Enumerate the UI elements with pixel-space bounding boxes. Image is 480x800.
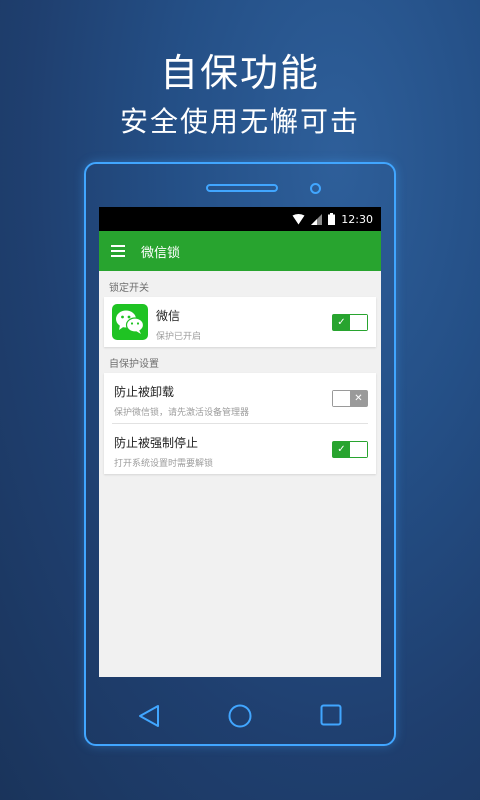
phone-screen: 12:30 微信锁 锁定开关 微信 保护已开启 ✓ 自保护设置 防止被卸载 保护… — [99, 207, 381, 677]
speaker-icon — [206, 184, 278, 192]
lock-switch-card: 微信 保护已开启 ✓ — [104, 297, 376, 347]
self-protect-card: 防止被卸载 保护微信锁，请先激活设备管理器 ✕ 防止被强制停止 打开系统设置时需… — [104, 373, 376, 474]
status-bar: 12:30 — [99, 207, 381, 231]
prevent-force-stop-toggle[interactable]: ✓ — [332, 441, 368, 458]
back-icon[interactable] — [138, 704, 160, 728]
phone-nav-bar — [86, 704, 394, 728]
wechat-lock-toggle[interactable]: ✓ — [332, 314, 368, 331]
check-icon: ✓ — [337, 444, 346, 455]
item-title: 微信 — [156, 309, 181, 323]
prevent-uninstall-toggle[interactable]: ✕ — [332, 390, 368, 407]
home-icon[interactable] — [228, 704, 252, 728]
promo-subtitle: 安全使用无懈可击 — [119, 105, 360, 138]
status-time: 12:30 — [341, 212, 373, 226]
item-description: 打开系统设置时需要解锁 — [114, 459, 214, 469]
check-icon: ✓ — [337, 317, 346, 328]
recent-apps-icon[interactable] — [320, 704, 342, 726]
item-title: 防止被卸载 — [114, 385, 175, 399]
list-item-wechat[interactable]: 微信 保护已开启 ✓ — [104, 297, 376, 347]
item-description: 保护微信锁，请先激活设备管理器 — [114, 408, 250, 418]
section-header-lock-switch: 锁定开关 — [109, 283, 149, 294]
item-description: 保护已开启 — [156, 332, 202, 342]
list-item-prevent-force-stop[interactable]: 防止被强制停止 打开系统设置时需要解锁 ✓ — [104, 424, 376, 474]
camera-icon — [310, 183, 321, 194]
wechat-icon — [112, 304, 148, 340]
app-title: 微信锁 — [141, 245, 181, 261]
section-header-self-protect: 自保护设置 — [109, 359, 159, 370]
menu-icon[interactable] — [111, 245, 125, 257]
signal-icon — [311, 213, 323, 225]
list-item-prevent-uninstall[interactable]: 防止被卸载 保护微信锁，请先激活设备管理器 ✕ — [104, 373, 376, 423]
item-title: 防止被强制停止 — [114, 436, 199, 450]
battery-icon — [328, 213, 336, 225]
app-bar: 微信锁 — [99, 231, 381, 271]
promo-title: 自保功能 — [159, 51, 320, 95]
cross-icon: ✕ — [354, 393, 363, 404]
wifi-icon — [292, 213, 305, 224]
